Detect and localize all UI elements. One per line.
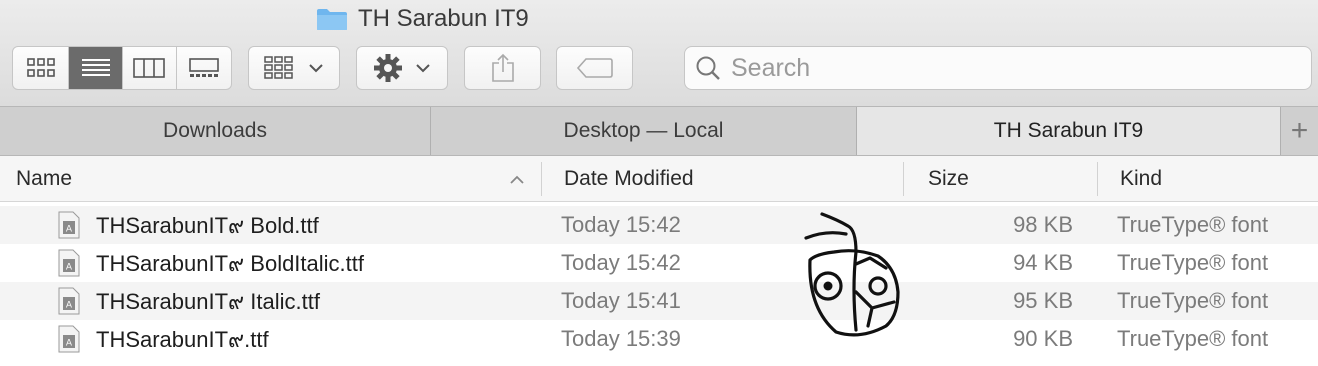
file-kind: TrueType® font	[1117, 326, 1269, 351]
action-menu-button[interactable]	[356, 46, 448, 90]
file-row[interactable]: A THSarabunIT๙ Bold.ttf Today 15:42 98 K…	[0, 206, 1318, 244]
file-size: 98 KB	[1013, 212, 1073, 237]
file-date: Today 15:39	[561, 326, 681, 351]
column-header-row: Name Date Modified Size Kind	[0, 156, 1318, 202]
file-row[interactable]: A THSarabunIT๙ BoldItalic.ttf Today 15:4…	[0, 244, 1318, 282]
file-name: THSarabunIT๙ Italic.ttf	[96, 288, 320, 314]
share-icon	[491, 53, 514, 82]
file-list: A THSarabunIT๙ Bold.ttf Today 15:42 98 K…	[0, 206, 1318, 358]
column-view-button[interactable]	[123, 47, 177, 89]
svg-text:A: A	[66, 339, 73, 349]
file-date: Today 15:42	[561, 212, 681, 237]
file-kind: TrueType® font	[1117, 288, 1269, 313]
tab-downloads[interactable]: Downloads	[0, 107, 431, 155]
file-name-cell: A THSarabunIT๙ Italic.ttf	[58, 282, 320, 320]
file-kind: TrueType® font	[1117, 212, 1269, 237]
font-file-icon: A	[58, 325, 80, 353]
tag-button[interactable]	[556, 46, 633, 90]
font-file-icon: A	[58, 211, 80, 239]
chevron-down-icon	[416, 64, 430, 73]
group-by-button[interactable]	[248, 46, 340, 90]
tab-th-sarabun-it9[interactable]: TH Sarabun IT9	[857, 107, 1281, 155]
gallery-view-button[interactable]	[177, 47, 231, 89]
file-date: Today 15:41	[561, 288, 681, 313]
svg-text:A: A	[66, 301, 73, 311]
file-row[interactable]: A THSarabunIT๙ Italic.ttf Today 15:41 95…	[0, 282, 1318, 320]
column-divider[interactable]	[541, 162, 542, 196]
column-header-size[interactable]: Size	[928, 156, 969, 202]
gear-icon	[374, 54, 402, 82]
column-header-label: Size	[928, 167, 969, 190]
chevron-down-icon	[309, 64, 323, 73]
file-size: 95 KB	[1013, 288, 1073, 313]
file-size: 94 KB	[1013, 250, 1073, 275]
column-header-date-modified[interactable]: Date Modified	[564, 156, 694, 202]
sort-ascending-icon	[510, 175, 524, 184]
column-divider[interactable]	[1097, 162, 1098, 196]
tab-label: TH Sarabun IT9	[993, 119, 1144, 142]
folder-icon	[317, 9, 347, 30]
search-field[interactable]	[684, 46, 1312, 90]
svg-text:A: A	[66, 263, 73, 273]
tag-icon	[576, 58, 613, 78]
tab-desktop-local[interactable]: Desktop — Local	[431, 107, 857, 155]
search-icon	[696, 56, 720, 80]
window-title: TH Sarabun IT9	[316, 4, 529, 34]
font-file-icon: A	[58, 249, 80, 277]
column-header-label: Name	[16, 167, 73, 190]
font-file-icon: A	[58, 287, 80, 315]
tab-bar: Downloads Desktop — Local TH Sarabun IT9…	[0, 106, 1318, 156]
tab-label: Downloads	[163, 119, 267, 142]
icon-view-icon	[26, 58, 55, 77]
file-size: 90 KB	[1013, 326, 1073, 351]
file-row[interactable]: A THSarabunIT๙.ttf Today 15:39 90 KB Tru…	[0, 320, 1318, 358]
gallery-view-icon	[188, 58, 219, 77]
file-kind: TrueType® font	[1117, 250, 1269, 275]
file-name: THSarabunIT๙ BoldItalic.ttf	[96, 250, 364, 276]
column-header-label: Kind	[1120, 167, 1163, 190]
list-view-button[interactable]	[69, 47, 123, 89]
list-view-icon	[81, 59, 110, 76]
file-name-cell: A THSarabunIT๙ Bold.ttf	[58, 206, 319, 244]
icon-view-button[interactable]	[13, 47, 70, 89]
column-divider[interactable]	[903, 162, 904, 196]
search-input[interactable]	[729, 52, 1293, 84]
file-name-cell: A THSarabunIT๙.ttf	[58, 320, 269, 358]
column-header-name[interactable]: Name	[16, 156, 530, 202]
column-view-icon	[133, 58, 166, 78]
file-name-cell: A THSarabunIT๙ BoldItalic.ttf	[58, 244, 364, 282]
file-name: THSarabunIT๙.ttf	[96, 326, 269, 352]
tab-label: Desktop — Local	[563, 119, 724, 142]
file-name: THSarabunIT๙ Bold.ttf	[96, 212, 319, 238]
new-tab-button[interactable]: +	[1281, 107, 1318, 155]
share-button[interactable]	[464, 46, 541, 90]
svg-text:A: A	[66, 225, 73, 235]
column-header-label: Date Modified	[564, 167, 694, 190]
column-header-kind[interactable]: Kind	[1120, 156, 1162, 202]
group-by-icon	[264, 56, 293, 79]
window-titlebar: TH Sarabun IT9	[0, 0, 1318, 106]
plus-icon: +	[1290, 114, 1309, 147]
view-mode-control	[12, 46, 232, 90]
cartoon-bird-mascot-icon	[804, 212, 900, 337]
file-date: Today 15:42	[561, 250, 681, 275]
window-title-text: TH Sarabun IT9	[358, 5, 529, 32]
